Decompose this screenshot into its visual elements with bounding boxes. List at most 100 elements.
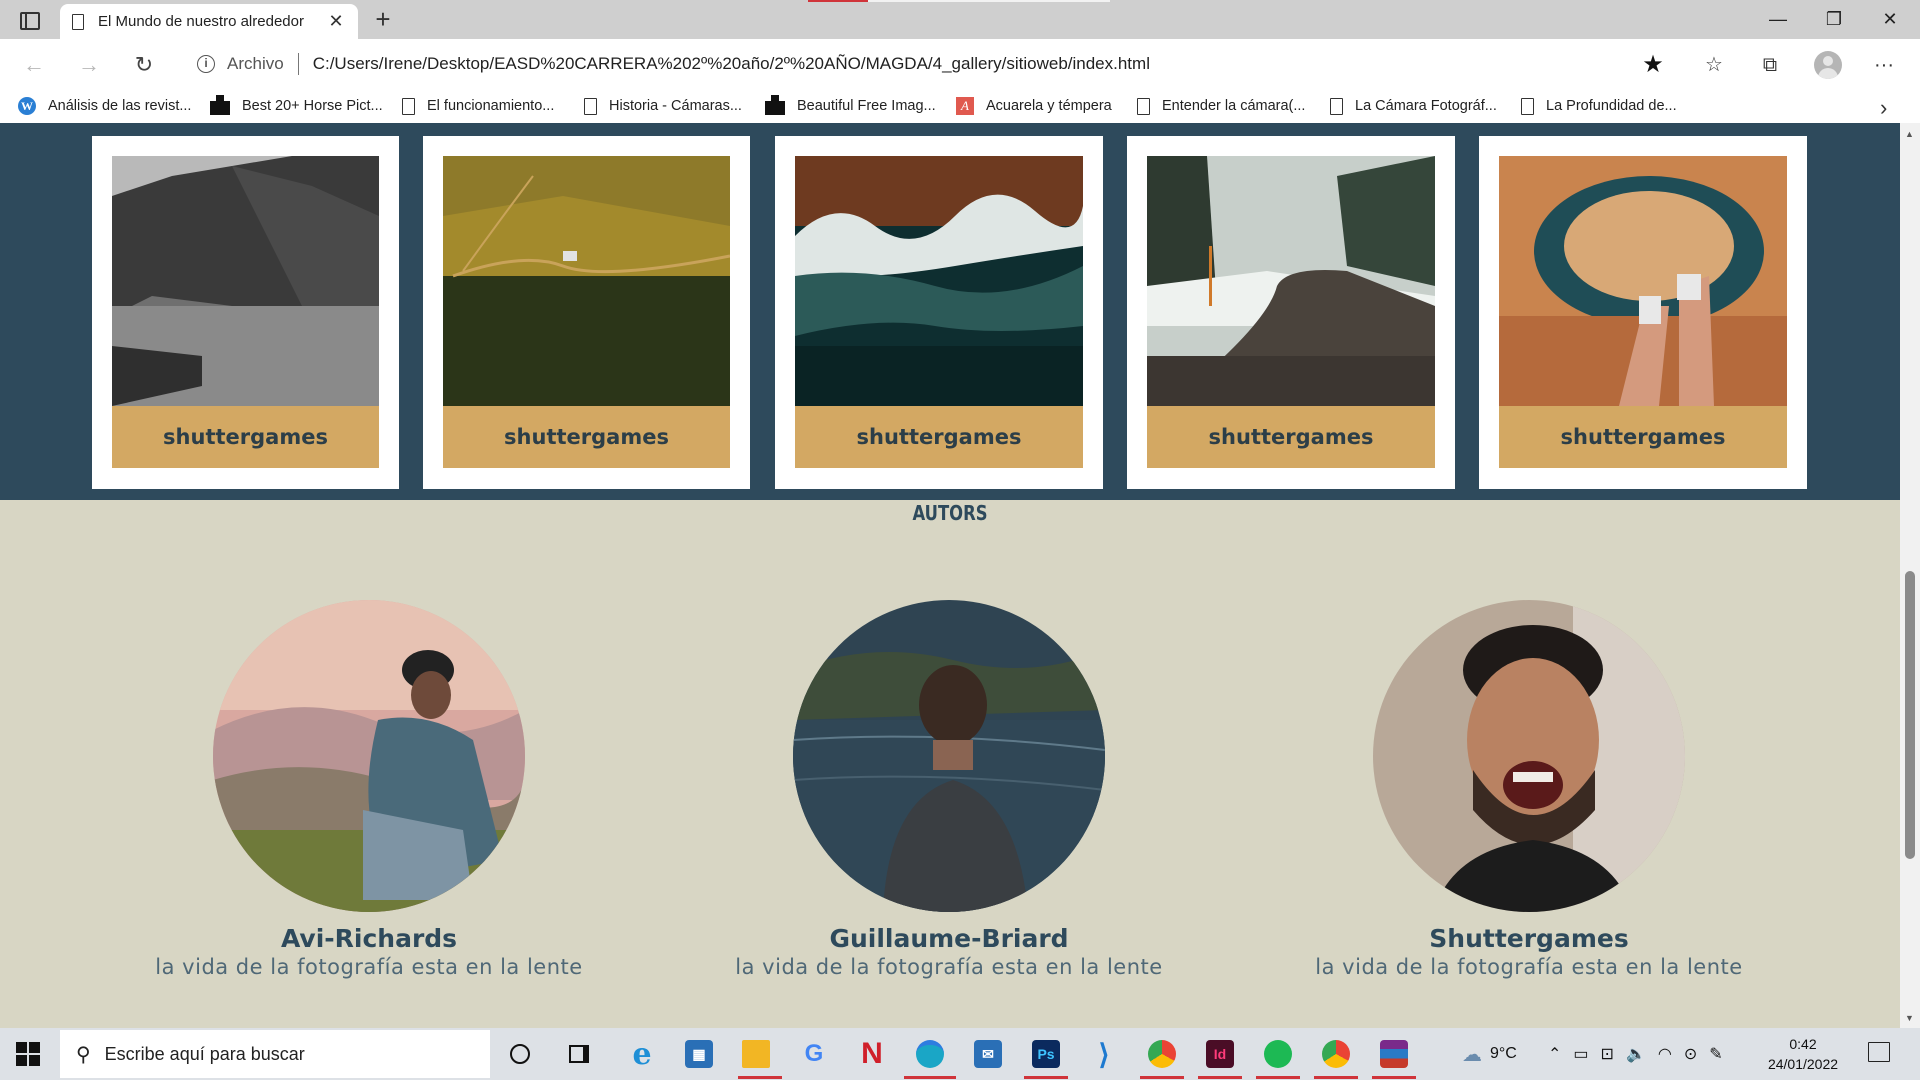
webcam-icon[interactable]: ⊙ <box>1684 1044 1697 1064</box>
info-icon[interactable]: i <box>197 55 215 73</box>
scroll-thumb[interactable] <box>1905 571 1915 859</box>
bookmarks-overflow-chevron-icon[interactable]: › <box>1880 95 1887 121</box>
indesign-icon[interactable]: Id <box>1202 1036 1238 1072</box>
vscode-icon[interactable]: ⟩ <box>1086 1036 1122 1072</box>
clock-date: 24/01/2022 <box>1767 1056 1839 1072</box>
page-icon <box>72 13 84 30</box>
author-card: Guillaume-Briard la vida de la fotografí… <box>699 600 1199 980</box>
author-portrait[interactable] <box>793 600 1105 912</box>
author-portrait[interactable] <box>213 600 525 912</box>
windows-start-icon[interactable] <box>16 1042 40 1066</box>
active-app-indicator <box>1024 1076 1068 1079</box>
search-icon: ⚲ <box>76 1043 91 1066</box>
taskbar-search-box[interactable]: ⚲ Escribe aquí para buscar <box>60 1030 490 1078</box>
clock-time: 0:42 <box>1789 1036 1817 1052</box>
cloud-icon: ☁ <box>1462 1043 1482 1066</box>
battery-icon[interactable]: ▭ <box>1573 1044 1588 1064</box>
taskbar-clock[interactable]: 0:42 24/01/2022 <box>1758 1034 1848 1074</box>
wifi-icon[interactable]: ◠ <box>1658 1044 1672 1064</box>
microsoft-store-icon[interactable]: ▦ <box>681 1036 717 1072</box>
meet-now-icon[interactable]: ⊡ <box>1601 1044 1614 1064</box>
bookmark-item[interactable]: A Acuarela y témpera <box>956 95 1112 117</box>
bookmark-label: El funcionamiento... <box>427 98 555 114</box>
temperature: 9°C <box>1490 1045 1517 1062</box>
edge-icon[interactable] <box>912 1036 948 1072</box>
spotify-icon[interactable] <box>1260 1036 1296 1072</box>
bookmark-item[interactable]: Beautiful Free Imag... <box>765 95 936 117</box>
author-tagline: la vida de la fotografía esta en la lent… <box>735 955 1163 979</box>
gallery-card[interactable]: shuttergames <box>775 136 1103 489</box>
google-icon[interactable]: G <box>796 1036 832 1072</box>
gallery-card[interactable]: shuttergames <box>1479 136 1807 489</box>
wordpress-icon: W <box>18 97 36 115</box>
task-view-icon[interactable] <box>561 1036 597 1072</box>
netflix-icon[interactable]: N <box>854 1036 890 1072</box>
photoshop-icon[interactable]: Ps <box>1028 1036 1064 1072</box>
bookmarks-bar: W Análisis de las revist... Best 20+ Hors… <box>0 89 1920 123</box>
cortana-icon[interactable] <box>502 1036 538 1072</box>
bookmark-item[interactable]: Historia - Cámaras... <box>584 95 742 117</box>
chrome-profile-icon[interactable] <box>1318 1036 1354 1072</box>
card-caption: shuttergames <box>1499 406 1787 468</box>
browser-toolbar: ← → ↻ i Archivo C:/Users/Irene/Desktop/E… <box>0 39 1920 89</box>
author-name: Shuttergames <box>1429 924 1629 953</box>
gallery-section: shuttergames shuttergames shuttergames s… <box>0 123 1900 500</box>
restore-button[interactable]: ❐ <box>1814 6 1854 32</box>
more-menu-icon[interactable]: ··· <box>1870 51 1898 79</box>
show-hidden-icons-chevron-icon[interactable]: ⌃ <box>1548 1044 1561 1064</box>
collections-icon[interactable]: ⧉ <box>1756 51 1784 79</box>
forward-arrow-icon[interactable]: → <box>75 51 103 79</box>
bookmark-label: Best 20+ Horse Pict... <box>242 98 383 114</box>
internet-explorer-icon[interactable]: e <box>624 1036 660 1072</box>
address-bar[interactable]: i Archivo C:/Users/Irene/Desktop/EASD%20… <box>182 44 1680 84</box>
close-window-button[interactable]: ✕ <box>1870 6 1910 32</box>
mail-icon[interactable]: ✉ <box>970 1036 1006 1072</box>
active-app-indicator <box>1372 1076 1416 1079</box>
author-card: Avi-Richards la vida de la fotografía es… <box>119 600 619 980</box>
taskbar-search-placeholder: Escribe aquí para buscar <box>104 1043 305 1064</box>
tab-close-icon[interactable]: ✕ <box>326 11 346 32</box>
gallery-card[interactable]: shuttergames <box>423 136 750 489</box>
winrar-icon[interactable] <box>1376 1036 1412 1072</box>
document-icon <box>1521 97 1534 115</box>
card-caption: shuttergames <box>443 406 730 468</box>
author-portrait[interactable] <box>1373 600 1685 912</box>
weather-widget[interactable]: ☁ 9°C <box>1462 1028 1517 1080</box>
tab-indicator-track <box>868 0 1110 2</box>
tab-actions-icon[interactable] <box>16 8 40 32</box>
active-tab[interactable]: El Mundo de nuestro alrededor ✕ <box>60 4 358 39</box>
active-app-indicator <box>1256 1076 1300 1079</box>
card-caption: shuttergames <box>795 406 1083 468</box>
bookmark-item[interactable]: La Profundidad de... <box>1521 95 1677 117</box>
bookmark-label: Análisis de las revist... <box>48 98 192 114</box>
volume-icon[interactable]: 🔈 <box>1626 1044 1646 1064</box>
bookmark-item[interactable]: Entender la cámara(... <box>1137 95 1305 117</box>
page-scrollbar[interactable]: ▲ ▼ <box>1900 123 1920 1028</box>
profile-avatar-icon[interactable] <box>1814 51 1842 79</box>
favorites-icon[interactable]: ☆ <box>1700 51 1728 79</box>
gallery-card[interactable]: shuttergames <box>92 136 399 489</box>
gallery-card[interactable]: shuttergames <box>1127 136 1455 489</box>
file-explorer-icon[interactable] <box>738 1036 774 1072</box>
notifications-icon[interactable] <box>1868 1042 1890 1062</box>
pen-icon[interactable]: ✎ <box>1709 1044 1722 1064</box>
bookmark-item[interactable]: W Análisis de las revist... <box>18 95 191 117</box>
bookmark-label: Historia - Cámaras... <box>609 98 742 114</box>
bookmark-item[interactable]: El funcionamiento... <box>402 95 554 117</box>
new-tab-button[interactable]: + <box>368 4 398 34</box>
bookmark-label: Acuarela y témpera <box>986 98 1112 114</box>
reload-icon[interactable]: ↻ <box>130 51 158 79</box>
address-separator <box>297 53 299 75</box>
scroll-down-arrow-icon[interactable]: ▼ <box>1905 1013 1914 1023</box>
chrome-icon[interactable] <box>1144 1036 1180 1072</box>
scroll-up-arrow-icon[interactable]: ▲ <box>1905 129 1914 139</box>
favorite-star-icon[interactable]: ★ <box>1638 50 1668 79</box>
document-icon <box>402 97 415 115</box>
url-text[interactable]: C:/Users/Irene/Desktop/EASD%20CARRERA%20… <box>313 54 1638 74</box>
back-arrow-icon[interactable]: ← <box>20 51 48 79</box>
bookmark-item[interactable]: Best 20+ Horse Pict... <box>210 95 383 117</box>
active-app-indicator <box>904 1076 956 1079</box>
author-name: Guillaume-Briard <box>829 924 1069 953</box>
minimize-button[interactable]: — <box>1758 6 1798 32</box>
bookmark-item[interactable]: La Cámara Fotográf... <box>1330 95 1497 117</box>
